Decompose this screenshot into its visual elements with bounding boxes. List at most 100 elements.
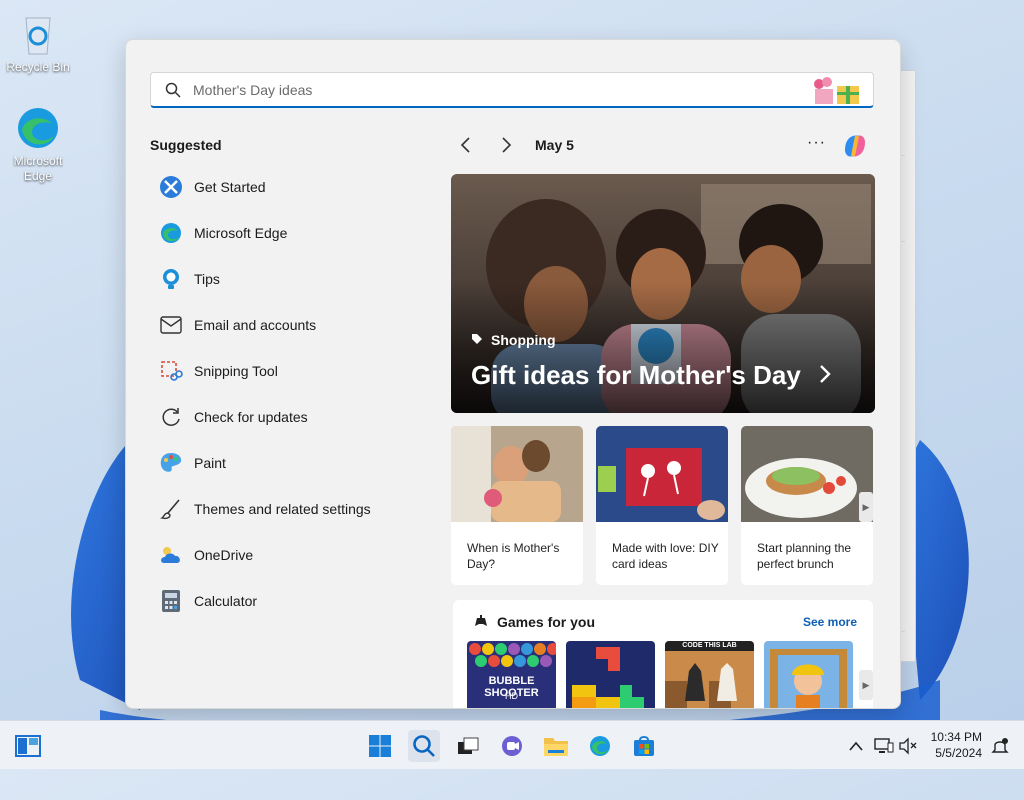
snipping-tool-icon (158, 358, 184, 384)
game-tile-worker[interactable] (764, 641, 853, 708)
search-icon (413, 735, 435, 757)
game-image (665, 641, 754, 708)
game-image (566, 641, 655, 708)
search-box[interactable] (150, 72, 874, 108)
suggested-item-get-started[interactable]: Get Started (150, 164, 420, 210)
desktop-icon-recycle-bin[interactable]: Recycle Bin (6, 10, 70, 75)
search-input[interactable] (191, 77, 795, 103)
suggested-item-updates[interactable]: Check for updates (150, 394, 420, 440)
news-card[interactable]: When is Mother's Day? (451, 426, 583, 585)
widgets-button[interactable] (12, 730, 44, 762)
store-button[interactable] (628, 730, 660, 762)
calculator-icon (158, 588, 184, 614)
see-more-link[interactable]: See more (803, 615, 857, 629)
store-icon (634, 736, 654, 756)
card-image (451, 426, 583, 522)
card-caption: Made with love: DIY card ideas (612, 541, 719, 571)
suggested-list: Get Started Microsoft Edge Tips Email an… (150, 164, 420, 624)
news-date: May 5 (535, 137, 574, 153)
clock[interactable]: 10:34 PM 5/5/2024 (920, 729, 982, 761)
card-image (596, 426, 728, 522)
desktop-icon-label: Recycle Bin (6, 60, 70, 74)
suggested-item-label: Tips (194, 271, 220, 287)
notification-bell-icon (991, 738, 1009, 753)
search-icon (165, 82, 181, 101)
onedrive-icon (158, 542, 184, 568)
chevron-right-icon[interactable] (499, 136, 513, 157)
gift-icon (809, 76, 863, 109)
suggested-item-label: OneDrive (194, 547, 254, 563)
hero-title-text: Gift ideas for Mother's Day (471, 360, 801, 390)
chevron-up-icon (849, 741, 863, 751)
search-button[interactable] (408, 730, 440, 762)
game-tile-bubble-shooter[interactable]: BUBBLE SHOOTER HD (467, 641, 556, 708)
card-caption: Start planning the perfect brunch (757, 541, 852, 571)
copilot-icon[interactable] (839, 130, 871, 165)
hero-title: Gift ideas for Mother's Day (471, 360, 832, 391)
game-tile-blocks[interactable] (566, 641, 655, 708)
brush-icon (158, 496, 184, 522)
suggested-item-label: Calculator (194, 593, 258, 609)
notifications-button[interactable] (984, 730, 1016, 762)
game-tile-name: CODE THIS LAB (682, 642, 737, 649)
chat-button[interactable] (496, 730, 528, 762)
get-started-icon (158, 174, 184, 200)
folder-icon (544, 738, 568, 756)
hero-card[interactable]: Shopping Gift ideas for Mother's Day (451, 174, 875, 413)
refresh-icon (158, 404, 184, 430)
chevron-right-icon (818, 360, 832, 390)
suggested-item-email[interactable]: Email and accounts (150, 302, 420, 348)
widgets-icon (15, 735, 41, 757)
game-controller-icon (473, 612, 489, 631)
desktop-icon-label: Microsoft Edge (13, 154, 63, 183)
suggested-item-snipping[interactable]: Snipping Tool (150, 348, 420, 394)
game-image (764, 641, 853, 708)
games-title: Games for you (497, 614, 596, 630)
suggested-item-calculator[interactable]: Calculator (150, 578, 420, 624)
card-caption: When is Mother's Day? (467, 541, 560, 571)
chat-icon (502, 736, 522, 756)
suggested-item-label: Check for updates (194, 409, 308, 425)
suggested-item-label: Paint (194, 455, 226, 471)
file-explorer-button[interactable] (540, 730, 572, 762)
suggested-item-label: Get Started (194, 179, 266, 195)
suggested-item-tips[interactable]: Tips (150, 256, 420, 302)
suggested-item-paint[interactable]: Paint (150, 440, 420, 486)
edge-icon (590, 736, 610, 756)
suggested-item-label: Email and accounts (194, 317, 317, 333)
tag-icon (471, 332, 483, 348)
more-options-icon[interactable]: ··· (807, 134, 826, 152)
start-menu: Suggested Get Started Microsoft Edge Tip… (125, 39, 901, 709)
suggested-item-label: Themes and related settings (194, 501, 371, 517)
mail-icon (158, 312, 184, 338)
task-view-button[interactable] (452, 730, 484, 762)
scroll-right-button[interactable]: ▶ (859, 670, 873, 700)
scroll-right-button[interactable]: ▶ (859, 492, 873, 522)
news-card[interactable]: Start planning the perfect brunch (741, 426, 873, 585)
suggested-item-label: Microsoft Edge (194, 225, 288, 241)
hero-category: Shopping (471, 332, 556, 348)
task-view-icon (458, 737, 479, 754)
game-tile-chess[interactable]: CODE THIS LAB (665, 641, 754, 708)
network-icon (874, 738, 894, 753)
suggested-item-themes[interactable]: Themes and related settings (150, 486, 420, 532)
games-section: Games for you See more BUBBLE SHOOTER HD (453, 600, 873, 708)
paint-icon (158, 450, 184, 476)
chevron-left-icon[interactable] (459, 136, 473, 157)
start-button[interactable] (364, 730, 396, 762)
news-card[interactable]: Made with love: DIY card ideas (596, 426, 728, 585)
suggested-heading: Suggested (150, 137, 222, 153)
taskbar: 10:34 PM 5/5/2024 (0, 720, 1024, 769)
game-tile-subtitle: HD (505, 691, 518, 701)
recycle-bin-icon (14, 10, 62, 58)
desktop-icon-edge[interactable]: Microsoft Edge (6, 104, 70, 184)
card-image (741, 426, 873, 522)
edge-icon (14, 104, 62, 152)
hero-category-label: Shopping (491, 332, 556, 348)
edge-icon (158, 220, 184, 246)
tips-icon (158, 266, 184, 292)
clock-time: 10:34 PM (930, 730, 982, 744)
suggested-item-onedrive[interactable]: OneDrive (150, 532, 420, 578)
suggested-item-edge[interactable]: Microsoft Edge (150, 210, 420, 256)
edge-button[interactable] (584, 730, 616, 762)
